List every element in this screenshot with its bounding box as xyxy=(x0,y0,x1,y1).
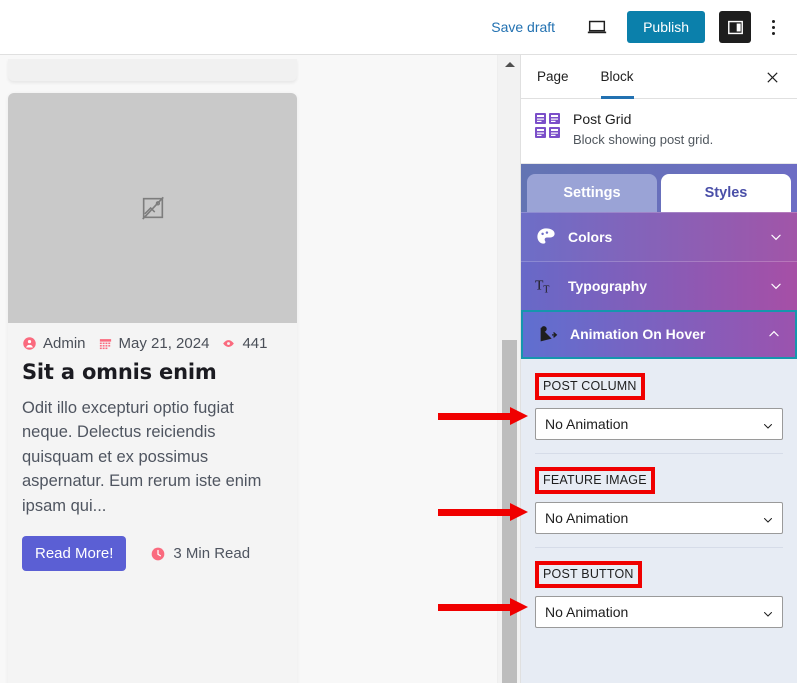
field-post-column: POST COLUMN No Animation xyxy=(535,372,783,453)
block-inspector-panel: Page Block Post Grid Block showing post … xyxy=(520,55,797,683)
post-column-animation-select[interactable]: No Animation xyxy=(535,407,783,440)
post-date: May 21, 2024 xyxy=(98,335,210,352)
editor-screen: Save draft Publish Admin May 21, 2024 44… xyxy=(0,0,797,683)
post-author-name: Admin xyxy=(43,335,86,352)
svg-text:T: T xyxy=(543,284,549,295)
accordion-colors[interactable]: Colors xyxy=(521,211,797,261)
close-icon xyxy=(766,71,778,83)
scroll-up-arrow-icon xyxy=(504,61,515,67)
field-post-column-label: POST COLUMN xyxy=(535,372,645,400)
previous-post-card-bottom xyxy=(8,59,297,81)
settings-sidebar-toggle[interactable] xyxy=(719,11,751,43)
field-feature-image: FEATURE IMAGE No Animation xyxy=(535,452,783,547)
chevron-down-icon xyxy=(769,279,783,293)
calendar-icon xyxy=(99,339,111,350)
post-thumbnail-placeholder xyxy=(8,93,297,323)
eye-icon xyxy=(223,340,235,347)
publish-button[interactable]: Publish xyxy=(627,11,705,43)
field-post-button: POST BUTTON No Animation xyxy=(535,546,783,641)
tab-settings[interactable]: Settings xyxy=(527,173,657,212)
vertical-scroll-thumb[interactable] xyxy=(502,340,517,683)
chevron-up-icon xyxy=(767,327,781,341)
style-tab-bar: Settings Styles xyxy=(521,163,797,212)
field-feature-image-label: FEATURE IMAGE xyxy=(535,466,655,494)
block-description: Block showing post grid. xyxy=(573,132,714,147)
inspector-tab-bar: Page Block xyxy=(521,55,797,99)
post-grid-icon xyxy=(535,113,561,139)
post-read-time: 3 Min Read xyxy=(150,545,250,562)
chevron-down-icon xyxy=(769,230,783,244)
settings-sidebar-icon xyxy=(727,20,743,34)
post-meta-row: Admin May 21, 2024 441 xyxy=(8,323,297,352)
feature-image-animation-select[interactable]: No Animation xyxy=(535,501,783,534)
broken-image-icon xyxy=(141,196,164,220)
read-more-button[interactable]: Read More! xyxy=(22,536,127,572)
accordion-animation-on-hover[interactable]: Animation On Hover xyxy=(521,309,797,359)
typography-tt-icon: T T xyxy=(535,275,557,297)
accordion-typography[interactable]: T T Typography xyxy=(521,260,797,310)
post-button-animation-select[interactable]: No Animation xyxy=(535,595,783,628)
more-options-button[interactable] xyxy=(761,12,785,42)
post-views: 441 xyxy=(221,335,267,352)
scroll-up-button[interactable] xyxy=(498,55,521,73)
tab-block[interactable]: Block xyxy=(600,55,634,99)
close-sidebar-button[interactable] xyxy=(761,66,783,88)
selected-block-info: Post Grid Block showing post grid. xyxy=(521,99,797,164)
post-grid-card[interactable]: Admin May 21, 2024 441 Sit a omnis enim … xyxy=(8,93,297,683)
post-excerpt: Odit illo excepturi optio fugiat neque. … xyxy=(22,399,262,515)
laptop-preview-icon xyxy=(587,20,607,34)
post-views-count: 441 xyxy=(242,335,268,352)
editor-canvas[interactable]: Admin May 21, 2024 441 Sit a omnis enim … xyxy=(0,55,497,683)
post-title[interactable]: Sit a omnis enim xyxy=(8,352,297,384)
tab-styles[interactable]: Styles xyxy=(661,173,791,212)
tab-page[interactable]: Page xyxy=(537,55,569,99)
post-read-time-text: 3 Min Read xyxy=(173,545,251,563)
post-author: Admin xyxy=(22,335,86,352)
canvas-scrollbar-track[interactable] xyxy=(497,55,520,683)
color-palette-icon xyxy=(535,226,557,248)
block-name: Post Grid xyxy=(573,111,632,127)
save-draft-button[interactable]: Save draft xyxy=(491,19,555,35)
post-card-footer: Read More! 3 Min Read xyxy=(8,518,297,572)
accordion-typography-label: Typography xyxy=(568,277,648,294)
cursor-hover-icon xyxy=(537,323,559,345)
field-post-button-label: POST BUTTON xyxy=(535,560,642,588)
animation-settings-body: POST COLUMN No Animation FEATURE IMAGE N… xyxy=(521,359,797,641)
accordion-animation-label: Animation On Hover xyxy=(570,326,706,343)
user-icon xyxy=(23,337,36,350)
editor-toolbar: Save draft Publish xyxy=(0,0,797,55)
accordion-colors-label: Colors xyxy=(568,228,613,245)
post-date-text: May 21, 2024 xyxy=(118,335,210,352)
preview-button[interactable] xyxy=(581,11,613,43)
clock-icon xyxy=(152,547,165,560)
